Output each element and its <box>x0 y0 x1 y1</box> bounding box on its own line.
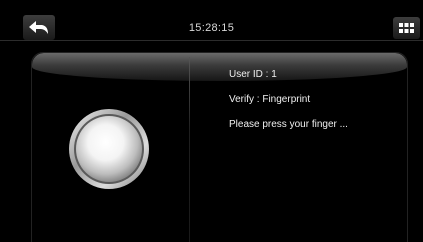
verify-info: User ID : 1 Verify : Fingerprint Please … <box>229 69 348 144</box>
verify-method-text: Verify : Fingerprint <box>229 94 311 105</box>
user-id-text: User ID : 1 <box>229 69 277 80</box>
verify-panel: User ID : 1 Verify : Fingerprint Please … <box>31 52 408 242</box>
panel-gloss <box>32 53 407 81</box>
fingerprint-sensor-icon <box>68 108 150 190</box>
menu-button[interactable] <box>393 17 420 39</box>
grid-menu-icon <box>399 22 414 33</box>
top-bar: 15:28:15 <box>0 0 423 41</box>
clock-time: 15:28:15 <box>188 22 235 34</box>
prompt-text: Please press your finger ... <box>229 119 348 130</box>
panel-divider <box>189 57 190 242</box>
